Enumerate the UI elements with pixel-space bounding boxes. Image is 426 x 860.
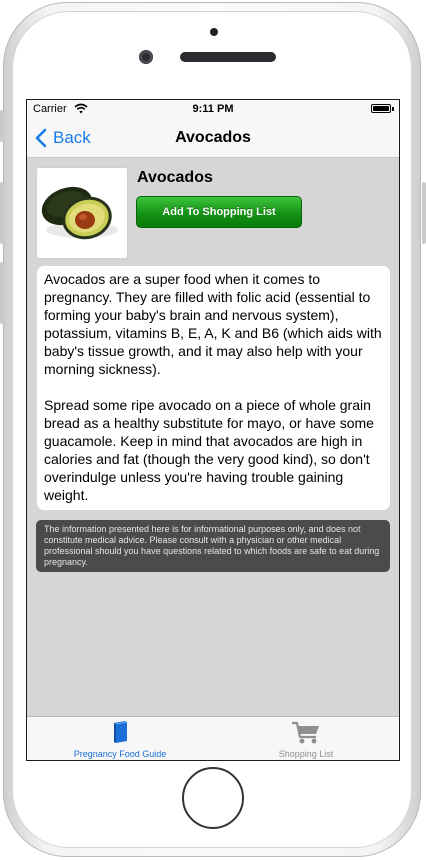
cart-icon <box>292 721 319 744</box>
tab-label: Pregnancy Food Guide <box>73 749 167 759</box>
mute-switch <box>0 110 4 142</box>
add-to-shopping-list-button[interactable]: Add To Shopping List <box>136 196 302 228</box>
page-title: Avocados <box>175 129 251 146</box>
tab-pregnancy-food-guide[interactable]: Pregnancy Food Guide <box>27 717 213 760</box>
volume-up-button <box>0 182 4 244</box>
description-card: Avocados are a super food when it comes … <box>37 266 390 510</box>
status-bar: Carrier 9:11 PM <box>27 100 399 118</box>
home-button[interactable] <box>182 767 244 829</box>
earpiece-speaker <box>180 52 276 62</box>
battery-icon <box>371 104 391 113</box>
tab-bar: Pregnancy Food Guide Shopping List <box>27 716 399 760</box>
tab-label: Shopping List <box>278 749 334 759</box>
tab-shopping-list[interactable]: Shopping List <box>213 717 399 760</box>
add-button-label: Add To Shopping List <box>162 206 276 218</box>
food-image <box>37 168 127 258</box>
proximity-sensor <box>210 28 218 36</box>
status-time: 9:11 PM <box>192 103 234 115</box>
navigation-bar: Back Avocados <box>27 118 399 158</box>
description-paragraph: Avocados are a super food when it comes … <box>44 271 382 377</box>
app-screen: Carrier 9:11 PM Back Avocados Avocados A… <box>26 99 400 761</box>
power-button <box>422 182 426 244</box>
volume-down-button <box>0 262 4 324</box>
avocado-icon <box>41 186 118 240</box>
description-paragraph: Spread some ripe avocado on a piece of w… <box>44 397 374 503</box>
food-title: Avocados <box>137 169 213 186</box>
book-icon <box>114 721 128 743</box>
battery-tip <box>392 107 394 111</box>
front-camera <box>139 50 153 64</box>
medical-disclaimer: The information presented here is for in… <box>36 520 390 572</box>
food-detail: Avocados Add To Shopping List Avocados a… <box>27 158 399 716</box>
